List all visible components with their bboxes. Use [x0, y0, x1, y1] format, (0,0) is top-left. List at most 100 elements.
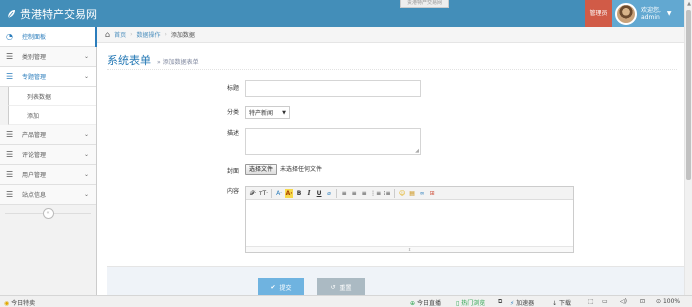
form-row-category: 分类 特产新闻 ▼	[200, 106, 290, 119]
page-scrollbar[interactable]: ▲	[684, 0, 692, 295]
caret-down-icon: ▼	[282, 109, 286, 116]
editor-resize-bar[interactable]: ⇕	[246, 246, 573, 252]
check-icon: ✔	[270, 283, 276, 291]
sidebar-item-topic[interactable]: ☰ 专题管理 ⌄	[0, 67, 96, 87]
accelerate-icon: ⚡	[510, 300, 515, 307]
browser-status-bar: ◉ 今日特卖 ⊕ 今日直播 ▯ 热门浏览 ⧉ ⚡ 加速器 ↓ 下载 ⬚ ▭ ◁)…	[0, 295, 692, 307]
sidebar-item-label: 控制面板	[22, 34, 47, 41]
highlight-button[interactable]: A·	[285, 188, 294, 198]
breadcrumb-data[interactable]: 数据操作	[137, 30, 161, 39]
title-input[interactable]	[245, 80, 421, 97]
align-right-button[interactable]: ≡	[360, 189, 368, 198]
bold-button[interactable]: B	[295, 189, 303, 198]
screenshot-icon[interactable]: ⬚	[588, 298, 594, 305]
status-accel[interactable]: ⚡ 加速器	[510, 298, 534, 307]
breadcrumb-current: 添加数据	[170, 32, 195, 39]
category-value: 特产新闻	[249, 110, 274, 117]
description-textarea[interactable]: ◢	[245, 128, 421, 155]
status-window-icon[interactable]: ⧉	[498, 298, 502, 306]
table-button[interactable]: ⊞	[428, 189, 436, 198]
category-label: 分类	[226, 109, 239, 116]
live-icon: ⊕	[410, 300, 416, 307]
image-button[interactable]: ▤	[408, 189, 416, 198]
page-title: 系统表单	[107, 54, 151, 67]
emoticon-button[interactable]: ☺	[398, 189, 406, 198]
align-left-button[interactable]: ≡	[340, 189, 348, 198]
chevron-down-icon: ⌄	[83, 53, 89, 60]
fullscreen-icon[interactable]: ⊡	[640, 298, 645, 305]
brand[interactable]: 贵港特产交易网	[6, 6, 97, 22]
status-browse[interactable]: ▯ 热门浏览	[456, 298, 485, 307]
scroll-thumb[interactable]	[686, 10, 691, 180]
list-icon: ☰	[6, 190, 14, 199]
chevron-down-icon: ⌄	[83, 73, 89, 80]
sidebar: ◔ 控制面板 ☰ 类别管理 ⌄ ☰ 专题管理 ⌄ 列表数据 添加 ☰ 产品管理 …	[0, 27, 97, 295]
unordered-list-button[interactable]: ⁝≡	[383, 189, 391, 198]
page-header: 系统表单 » 添加数据表单	[107, 46, 677, 70]
rich-text-editor[interactable]: 𝓕· ᴛT· A· A· B I U ⌀ ≡ ≡ ≡ ⋮≡ ⁝≡ ☺ ▤ ∞ ⊞…	[245, 186, 574, 253]
sidebar-item-user[interactable]: ☰ 用户管理 ⌄	[0, 165, 96, 185]
title-label: 标题	[226, 85, 239, 92]
link-button[interactable]: ∞	[418, 189, 426, 198]
content-label: 内容	[226, 188, 239, 195]
phone-icon: ▯	[456, 300, 460, 307]
sidebar-item-label: 专题管理	[22, 74, 47, 81]
sidebar-item-category[interactable]: ☰ 类别管理 ⌄	[0, 47, 96, 67]
chevron-down-icon: ⌄	[83, 171, 89, 178]
sidebar-item-label: 用户管理	[22, 172, 47, 179]
status-left[interactable]: ◉ 今日特卖	[4, 298, 35, 307]
font-color-button[interactable]: A·	[275, 189, 283, 198]
sale-icon: ◉	[4, 300, 10, 307]
undo-icon: ↺	[330, 283, 336, 291]
status-download[interactable]: ↓ 下载	[552, 298, 571, 307]
sidebar-item-label: 类别管理	[22, 54, 47, 61]
sidebar-item-site[interactable]: ☰ 站点信息 ⌄	[0, 185, 96, 205]
admin-badge[interactable]: 管理员	[585, 0, 612, 27]
submit-button[interactable]: ✔ 提交	[258, 278, 304, 296]
sidebar-item-label: 产品管理	[22, 132, 47, 139]
chevron-down-icon: ⌄	[83, 151, 89, 158]
brand-title: 贵港特产交易网	[20, 8, 97, 21]
resize-handle-icon[interactable]: ◢	[415, 148, 419, 154]
page-subtitle: » 添加数据表单	[157, 59, 199, 66]
list-icon: ☰	[6, 52, 14, 61]
status-live[interactable]: ⊕ 今日直播	[410, 298, 441, 307]
breadcrumb-separator: ›	[130, 31, 133, 38]
underline-button[interactable]: U	[315, 189, 323, 198]
font-size-button[interactable]: ᴛT·	[259, 189, 268, 198]
sidebar-item-dashboard[interactable]: ◔ 控制面板	[0, 27, 97, 47]
list-icon: ☰	[6, 72, 14, 81]
chevron-down-icon: ⌄	[83, 191, 89, 198]
caret-down-icon: ▼	[666, 10, 672, 17]
home-icon: ⌂	[105, 30, 111, 39]
list-icon: ☰	[6, 130, 14, 139]
form-row-title: 标题	[200, 80, 421, 97]
choose-file-button[interactable]: 选择文件	[245, 164, 278, 175]
sidebar-item-comment[interactable]: ☰ 评论管理 ⌄	[0, 145, 96, 165]
submit-label: 提交	[279, 284, 292, 292]
username: admin	[641, 13, 660, 21]
user-menu[interactable]: 欢迎您, admin ▼	[612, 0, 684, 27]
sound-icon[interactable]: ◁)	[620, 298, 627, 305]
breadcrumb-home[interactable]: 首页	[114, 30, 126, 39]
double-left-icon: «	[42, 207, 54, 219]
sidebar-collapse-button[interactable]: «	[0, 205, 96, 221]
italic-button[interactable]: I	[305, 189, 313, 198]
sidebar-subitem-list[interactable]: 列表数据	[8, 87, 96, 106]
list-icon: ☰	[6, 170, 14, 179]
form-actions: ✔ 提交 ↺ 重置	[107, 266, 684, 296]
zoom-icon: ⊙	[656, 298, 662, 305]
ordered-list-button[interactable]: ⋮≡	[370, 189, 381, 198]
dashboard-icon: ◔	[6, 32, 13, 41]
file-status: 未选择任何文件	[280, 166, 323, 173]
reset-button[interactable]: ↺ 重置	[317, 278, 365, 296]
category-select[interactable]: 特产新闻 ▼	[245, 106, 290, 119]
remove-format-button[interactable]: ⌀	[325, 189, 333, 198]
page-icon[interactable]: ▭	[602, 298, 608, 305]
align-center-button[interactable]: ≡	[350, 189, 358, 198]
sidebar-item-product[interactable]: ☰ 产品管理 ⌄	[0, 125, 96, 145]
scroll-up-icon[interactable]: ▲	[685, 0, 692, 8]
font-family-button[interactable]: 𝓕·	[249, 189, 257, 198]
sidebar-subitem-add[interactable]: 添加	[8, 106, 96, 125]
status-zoom[interactable]: ⊙ 100%	[656, 298, 680, 305]
